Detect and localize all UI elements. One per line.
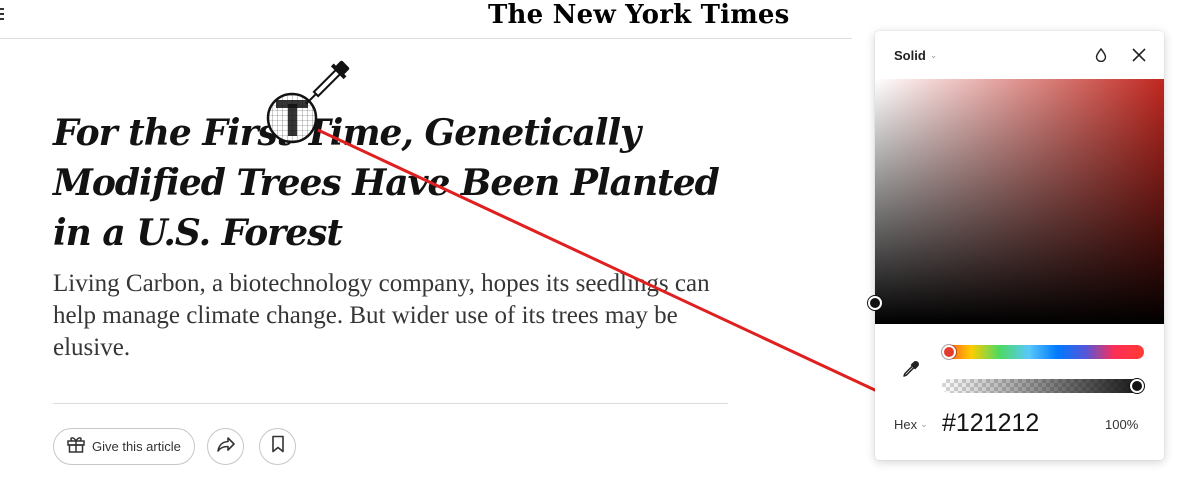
article-headline: For the First Time, Genetically Modified… [53,112,720,254]
hex-value-input[interactable]: #121212 [942,409,1039,438]
opacity-slider[interactable] [942,379,1144,393]
chevron-down-icon: ⌄ [920,419,928,429]
close-icon[interactable] [1131,47,1147,68]
hue-slider-handle[interactable] [942,345,956,359]
header-divider [0,38,852,39]
masthead-logo[interactable]: The New York Times [488,0,790,30]
water-drop-icon[interactable] [1095,47,1107,67]
saturation-value-handle[interactable] [868,296,882,310]
share-button[interactable] [207,428,244,465]
gift-icon [66,434,86,459]
article-summary: Living Carbon, a biotechnology company, … [53,270,710,361]
share-arrow-icon [216,435,236,458]
opacity-slider-handle[interactable] [1130,379,1144,393]
color-format-label: Hex [894,417,918,432]
color-picker-panel: Solid ⌄ Hex ⌄ #121212 100% [868,31,1164,460]
color-picker-header: Solid ⌄ [875,31,1164,79]
opacity-value-input[interactable]: 100% [1105,417,1138,432]
article-divider [53,403,728,404]
bookmark-icon [271,435,285,458]
fill-mode-label: Solid [894,48,926,63]
give-article-label: Give this article [92,439,181,454]
chevron-down-icon: ⌄ [929,50,938,60]
hue-slider[interactable] [942,345,1144,359]
fill-mode-select[interactable]: Solid ⌄ [894,48,937,63]
bookmark-button[interactable] [259,428,296,465]
saturation-value-field[interactable] [875,79,1164,324]
menu-icon[interactable] [0,8,4,20]
give-article-button[interactable]: Give this article [53,428,195,465]
eyedropper-icon[interactable] [901,361,919,384]
color-format-select[interactable]: Hex ⌄ [894,417,928,432]
